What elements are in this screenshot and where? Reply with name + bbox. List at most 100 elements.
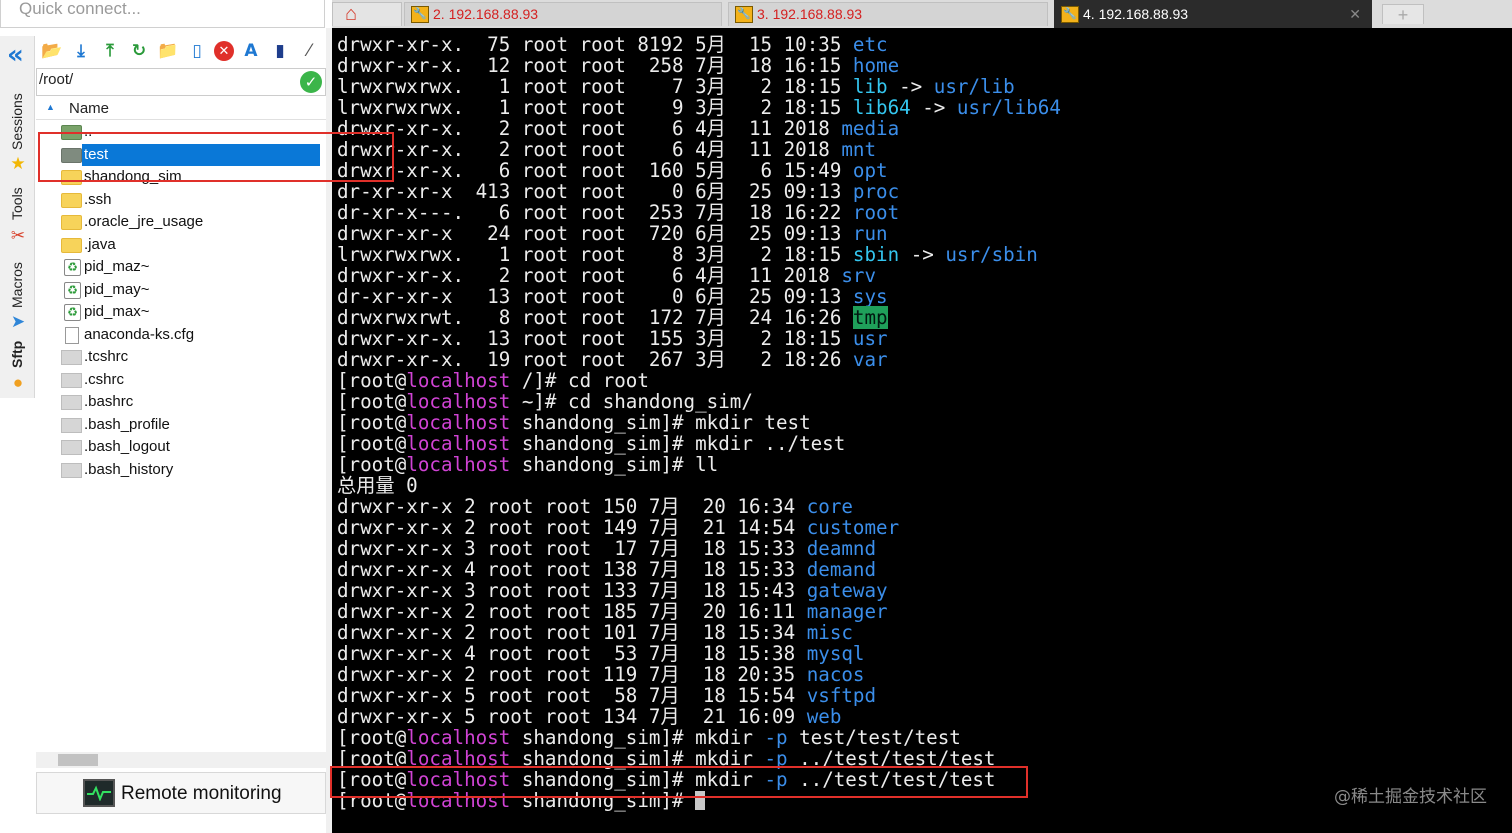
terminal-line: [root@localhost shandong_sim]# mkdir tes… bbox=[337, 412, 1061, 433]
terminal-line: drwxr-xr-x 2 root root 101 7月 18 15:34 m… bbox=[337, 622, 1061, 643]
terminal-line: lrwxrwxrwx. 1 root root 7 3月 2 18:15 lib… bbox=[337, 76, 1061, 97]
horizontal-scrollbar[interactable] bbox=[36, 752, 326, 768]
terminal-text: drwxr-xr-x 2 root root 150 7月 20 16:34 bbox=[337, 495, 807, 518]
file-row[interactable]: .ssh bbox=[36, 189, 326, 212]
tab-sessions[interactable]: Sessions ★ bbox=[6, 88, 30, 178]
checkmark-icon[interactable]: ✓ bbox=[300, 71, 322, 93]
terminal-text: dr-xr-x---. 6 root root 253 7月 18 16:22 bbox=[337, 201, 853, 224]
delete-icon[interactable]: ✕ bbox=[214, 41, 234, 61]
terminal-line: drwxr-xr-x 2 root root 149 7月 21 14:54 c… bbox=[337, 517, 1061, 538]
recycle-file-icon: ♻ bbox=[64, 281, 81, 299]
file-row[interactable]: ♻ pid_may~ bbox=[36, 279, 326, 302]
terminal[interactable]: drwxr-xr-x. 75 root root 8192 5月 15 10:3… bbox=[332, 28, 1512, 833]
file-row[interactable]: .bash_logout bbox=[36, 436, 326, 459]
prompt-host: localhost bbox=[406, 432, 511, 455]
terminal-entry-name: customer bbox=[806, 516, 900, 539]
terminal-entry-name: srv bbox=[841, 264, 877, 287]
file-list-header[interactable]: ▲ Name bbox=[36, 98, 326, 120]
wrench-icon: 🔧 bbox=[1061, 6, 1079, 23]
terminal-entry-name: mnt bbox=[841, 138, 877, 161]
terminal-line: dr-xr-xr-x 13 root root 0 6月 25 09:13 sy… bbox=[337, 286, 1061, 307]
terminal-text: lrwxrwxrwx. 1 root root 8 3月 2 18:15 bbox=[337, 243, 853, 266]
magic-wand-icon[interactable]: ⁄ bbox=[297, 39, 321, 63]
new-tab-button[interactable]: + bbox=[1382, 4, 1424, 25]
terminal-text: ~]# cd shandong_sim/ bbox=[510, 390, 753, 413]
terminal-entry-name: mysql bbox=[806, 642, 865, 665]
terminal-text: drwxrwxrwt. 8 root root 172 7月 24 16:26 bbox=[337, 306, 853, 329]
terminal-line: drwxr-xr-x 3 root root 133 7月 18 15:43 g… bbox=[337, 580, 1061, 601]
folder-icon bbox=[61, 215, 82, 230]
terminal-line: drwxr-xr-x 5 root root 58 7月 18 15:54 vs… bbox=[337, 685, 1061, 706]
terminal-line: drwxr-xr-x 2 root root 150 7月 20 16:34 c… bbox=[337, 496, 1061, 517]
file-row[interactable]: .cshrc bbox=[36, 369, 326, 392]
terminal-line: drwxr-xr-x. 13 root root 155 3月 2 18:15 … bbox=[337, 328, 1061, 349]
terminal-entry-name: opt bbox=[852, 159, 888, 182]
file-row[interactable]: anaconda-ks.cfg bbox=[36, 324, 326, 347]
tab-session-4[interactable]: 🔧 4. 192.168.88.93 ✕ bbox=[1054, 0, 1372, 28]
tab-macros[interactable]: Macros ➤ bbox=[6, 258, 30, 336]
terminal-text: drwxr-xr-x. 19 root root 267 3月 2 18:26 bbox=[337, 348, 853, 371]
upload-icon[interactable]: ⤒ bbox=[98, 39, 122, 63]
wrench-icon: 🔧 bbox=[735, 6, 753, 23]
file-row[interactable]: .java bbox=[36, 234, 326, 257]
terminal-line: drwxr-xr-x. 75 root root 8192 5月 15 10:3… bbox=[337, 34, 1061, 55]
tab-session-4-label: 4. 192.168.88.93 bbox=[1083, 6, 1189, 22]
column-name: Name bbox=[69, 100, 110, 117]
file-row[interactable]: ♻ pid_max~ bbox=[36, 301, 326, 324]
new-file-icon[interactable]: ▯ bbox=[185, 39, 209, 63]
tab-tools[interactable]: Tools ✂ bbox=[6, 184, 30, 254]
terminal-line: drwxrwxrwt. 8 root root 172 7月 24 16:26 … bbox=[337, 306, 1061, 329]
file-row[interactable]: .bashrc bbox=[36, 391, 326, 414]
file-name: .bash_profile bbox=[84, 415, 170, 433]
scrollbar-thumb[interactable] bbox=[58, 754, 98, 766]
tab-session-3[interactable]: 🔧 3. 192.168.88.93 bbox=[728, 2, 1048, 26]
new-folder-icon[interactable]: 📁 bbox=[156, 39, 180, 63]
terminal-output: drwxr-xr-x. 75 root root 8192 5月 15 10:3… bbox=[337, 34, 1061, 811]
terminal-entry-name: usr/lib bbox=[933, 75, 1015, 98]
terminal-text: dr-xr-xr-x 413 root root 0 6月 25 09:13 bbox=[337, 180, 853, 203]
terminal-text: test/test/test bbox=[787, 726, 961, 749]
terminal-text: [root@ bbox=[337, 432, 407, 455]
terminal-entry-name: lib bbox=[852, 75, 888, 98]
file-row[interactable]: .bash_profile bbox=[36, 414, 326, 437]
terminal-text: [root@ bbox=[337, 390, 407, 413]
file-row[interactable]: .tcshrc bbox=[36, 346, 326, 369]
terminal-line: drwxr-xr-x 4 root root 53 7月 18 15:38 my… bbox=[337, 643, 1061, 664]
terminal-text: drwxr-xr-x 5 root root 134 7月 21 16:09 bbox=[337, 705, 807, 728]
prompt-host: localhost bbox=[406, 453, 511, 476]
annotation-box-test-folder bbox=[38, 132, 394, 182]
quick-connect-input[interactable]: Quick connect... bbox=[0, 0, 325, 28]
parent-folder-icon[interactable]: 📂 bbox=[40, 39, 64, 63]
collapse-sidebar-icon[interactable]: « bbox=[7, 42, 29, 68]
terminal-entry-name: nacos bbox=[806, 663, 865, 686]
terminal-text: [root@ bbox=[337, 369, 407, 392]
rename-icon[interactable]: A bbox=[239, 39, 263, 63]
close-tab-icon[interactable]: ✕ bbox=[1349, 1, 1361, 27]
download-icon[interactable]: ⤓ bbox=[69, 39, 93, 63]
properties-icon[interactable]: ▮ bbox=[268, 39, 292, 63]
tab-session-3-label: 3. 192.168.88.93 bbox=[757, 6, 863, 22]
remote-monitoring-button[interactable]: Remote monitoring bbox=[36, 772, 326, 814]
terminal-line: drwxr-xr-x. 12 root root 258 7月 18 16:15… bbox=[337, 55, 1061, 76]
terminal-text: drwxr-xr-x 24 root root 720 6月 25 09:13 bbox=[337, 222, 853, 245]
terminal-line: drwxr-xr-x 5 root root 134 7月 21 16:09 w… bbox=[337, 706, 1061, 727]
terminal-text: -> bbox=[899, 243, 946, 266]
sftp-path-input[interactable]: /root/ ✓ bbox=[36, 68, 326, 96]
terminal-text: -> bbox=[910, 96, 957, 119]
tab-home[interactable]: ⌂ bbox=[332, 2, 402, 26]
folder-icon bbox=[61, 237, 82, 253]
terminal-entry-name: usr bbox=[852, 327, 888, 350]
terminal-text: drwxr-xr-x. 13 root root 155 3月 2 18:15 bbox=[337, 327, 853, 350]
status-strip bbox=[36, 816, 326, 833]
file-name: pid_max~ bbox=[84, 303, 150, 320]
file-row[interactable]: .bash_history bbox=[36, 459, 326, 482]
file-row[interactable]: .oracle_jre_usage bbox=[36, 211, 326, 234]
terminal-text: shandong_sim]# mkdir test bbox=[510, 411, 811, 434]
file-name: .tcshrc bbox=[84, 348, 129, 365]
file-name: .ssh bbox=[84, 190, 112, 208]
terminal-line: drwxr-xr-x. 2 root root 6 4月 11 2018 srv bbox=[337, 265, 1061, 286]
tab-session-2[interactable]: 🔧 2. 192.168.88.93 bbox=[404, 2, 722, 26]
file-row[interactable]: ♻ pid_maz~ bbox=[36, 256, 326, 279]
refresh-icon[interactable]: ↻ bbox=[127, 39, 151, 63]
tab-sftp[interactable]: Sftp ● bbox=[6, 340, 30, 398]
